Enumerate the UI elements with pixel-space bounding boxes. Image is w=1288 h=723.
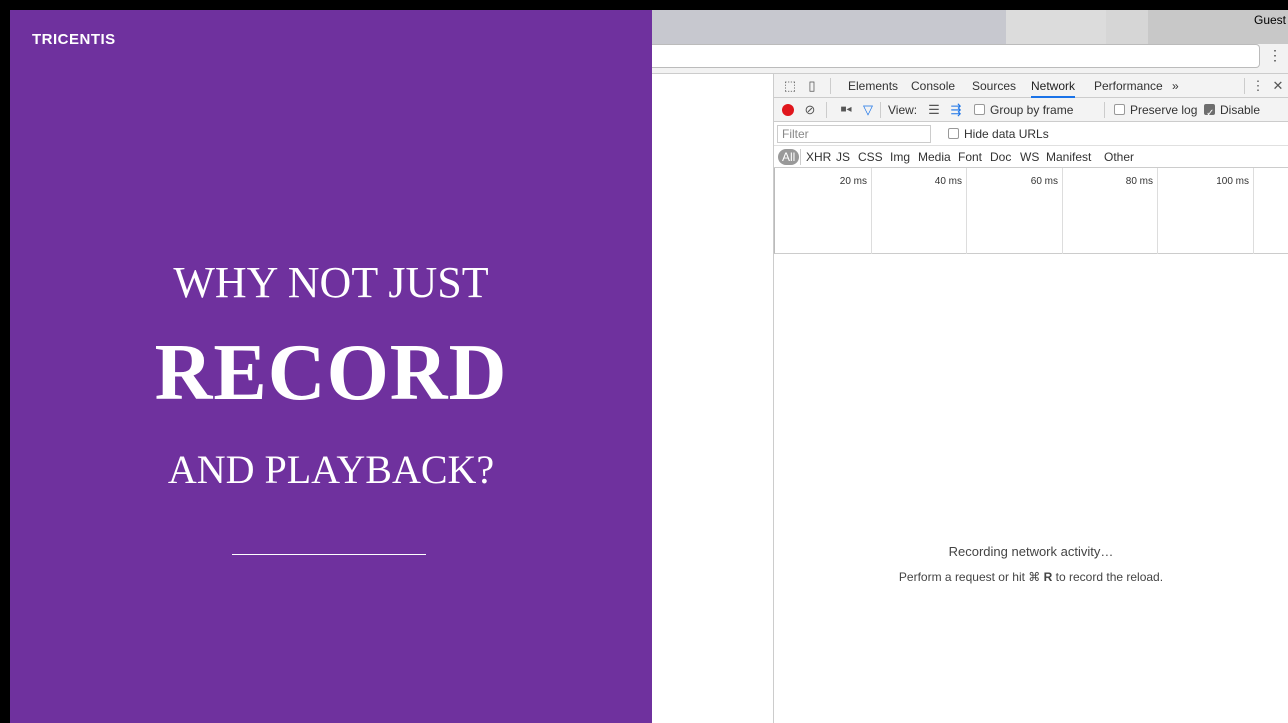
type-all[interactable]: All: [778, 149, 800, 165]
reload-hint: Perform a request or hit ⌘ R to record t…: [774, 570, 1288, 584]
headline-line-2: RECORD: [154, 329, 508, 417]
tab-performance[interactable]: Performance: [1094, 74, 1163, 98]
title-slide: TRICENTIS WHY NOT JUST RECORD AND PLAYBA…: [10, 10, 652, 723]
timeline-gridline: [966, 168, 967, 254]
browser-tab[interactable]: [652, 10, 1006, 44]
devtools-tab-bar: ⬚ ▯ Elements Console Sources Network Per…: [774, 74, 1288, 98]
filter-input[interactable]: [777, 125, 931, 143]
device-toolbar-icon[interactable]: ▯: [804, 78, 820, 94]
timeline-tick-label: 80 ms: [1125, 176, 1153, 187]
record-icon[interactable]: [782, 104, 794, 116]
devtools-menu-icon[interactable]: ⋮: [1250, 78, 1266, 94]
divider: [232, 554, 426, 555]
new-tab-area[interactable]: [1006, 10, 1106, 44]
page-viewport: [652, 74, 774, 723]
tab-elements[interactable]: Elements: [848, 74, 898, 98]
headline-line-1: WHY NOT JUST: [173, 258, 489, 307]
separator: [1244, 78, 1245, 94]
close-icon[interactable]: ✕: [1270, 78, 1286, 94]
more-tabs-button[interactable]: »: [1172, 74, 1179, 98]
checkbox[interactable]: [948, 128, 959, 139]
checkbox[interactable]: [1114, 104, 1125, 115]
timeline-tick-label: 40 ms: [934, 176, 962, 187]
disable-cache-checkbox[interactable]: Disable cache: [1204, 98, 1288, 141]
type-font[interactable]: Font: [958, 149, 982, 165]
type-ws[interactable]: WS: [1020, 149, 1039, 165]
group-by-frame-label: Group by frame: [990, 103, 1074, 117]
profile-area[interactable]: Guest: [1148, 10, 1288, 44]
view-label: View:: [888, 103, 918, 117]
address-bar[interactable]: [652, 44, 1260, 68]
browser-toolbar: ⋮: [652, 44, 1288, 74]
separator: [800, 149, 801, 165]
type-js[interactable]: JS: [836, 149, 850, 165]
profile-label[interactable]: Guest: [1254, 10, 1286, 30]
reload-hint-prefix: Perform a request or hit ⌘: [898, 570, 1041, 584]
hide-data-urls-checkbox[interactable]: Hide data URLs: [948, 122, 1049, 146]
resource-type-filters: All XHR JS CSS Img Media Font Doc WS Man…: [774, 146, 1288, 168]
type-xhr[interactable]: XHR: [806, 149, 831, 165]
separator: [830, 78, 831, 94]
tab-network[interactable]: Network: [1031, 74, 1076, 98]
type-css[interactable]: CSS: [858, 149, 883, 165]
clear-icon[interactable]: ⊘: [802, 102, 818, 118]
type-img[interactable]: Img: [890, 149, 910, 165]
preserve-log-label: Preserve log: [1130, 103, 1198, 117]
type-media[interactable]: Media: [918, 149, 951, 165]
screen: TRICENTIS WHY NOT JUST RECORD AND PLAYBA…: [10, 10, 1288, 723]
group-by-frame-checkbox[interactable]: Group by frame: [974, 98, 1073, 122]
checkbox-checked[interactable]: [1204, 102, 1215, 126]
reload-hint-key: R: [1043, 570, 1053, 584]
timeline-gridline: [871, 168, 872, 254]
separator: [1104, 102, 1105, 118]
screenshot-camera-icon[interactable]: ■◂: [838, 102, 854, 118]
browser-tab-strip: Guest: [652, 10, 1288, 44]
timeline-tick-label: 100 ms: [1216, 176, 1249, 187]
type-doc[interactable]: Doc: [990, 149, 1011, 165]
headline-line-3: AND PLAYBACK?: [167, 447, 495, 492]
network-toolbar: ⊘ ■◂ ▽ View: ☰ ⇶ Group by frame Preserve…: [774, 98, 1288, 141]
separator: [826, 102, 827, 118]
type-manifest[interactable]: Manifest: [1046, 149, 1091, 165]
recording-status: Recording network activity…: [948, 544, 1114, 559]
tab-console[interactable]: Console: [911, 74, 955, 98]
preserve-log-checkbox[interactable]: Preserve log: [1114, 98, 1197, 122]
filter-icon[interactable]: ▽: [860, 102, 876, 118]
inspect-element-icon[interactable]: ⬚: [782, 78, 798, 94]
checkbox[interactable]: [974, 104, 985, 115]
timeline-gridline: [1253, 168, 1254, 254]
filter-bar: Hide data URLs: [774, 122, 1288, 146]
timeline-tick-label: 20 ms: [839, 176, 867, 187]
waterfall-icon[interactable]: ⇶: [948, 102, 964, 118]
brand-logo: TRICENTIS: [32, 31, 116, 48]
timeline-gridline: [1062, 168, 1063, 254]
reload-hint-suffix: to record the reload.: [1055, 570, 1164, 584]
type-other[interactable]: Other: [1104, 149, 1134, 165]
hide-data-urls-label: Hide data URLs: [964, 127, 1049, 141]
devtools-panel: ⬚ ▯ Elements Console Sources Network Per…: [774, 74, 1288, 723]
vertical-dots-icon[interactable]: ⋮: [1268, 47, 1282, 63]
timeline-tick-label: 60 ms: [1030, 176, 1058, 187]
separator: [880, 102, 881, 118]
timeline-overview[interactable]: 20 ms 40 ms 60 ms 80 ms 100 ms: [774, 168, 1288, 254]
large-rows-icon[interactable]: ☰: [926, 102, 942, 118]
tab-sources[interactable]: Sources: [972, 74, 1016, 98]
timeline-gridline: [1157, 168, 1158, 254]
